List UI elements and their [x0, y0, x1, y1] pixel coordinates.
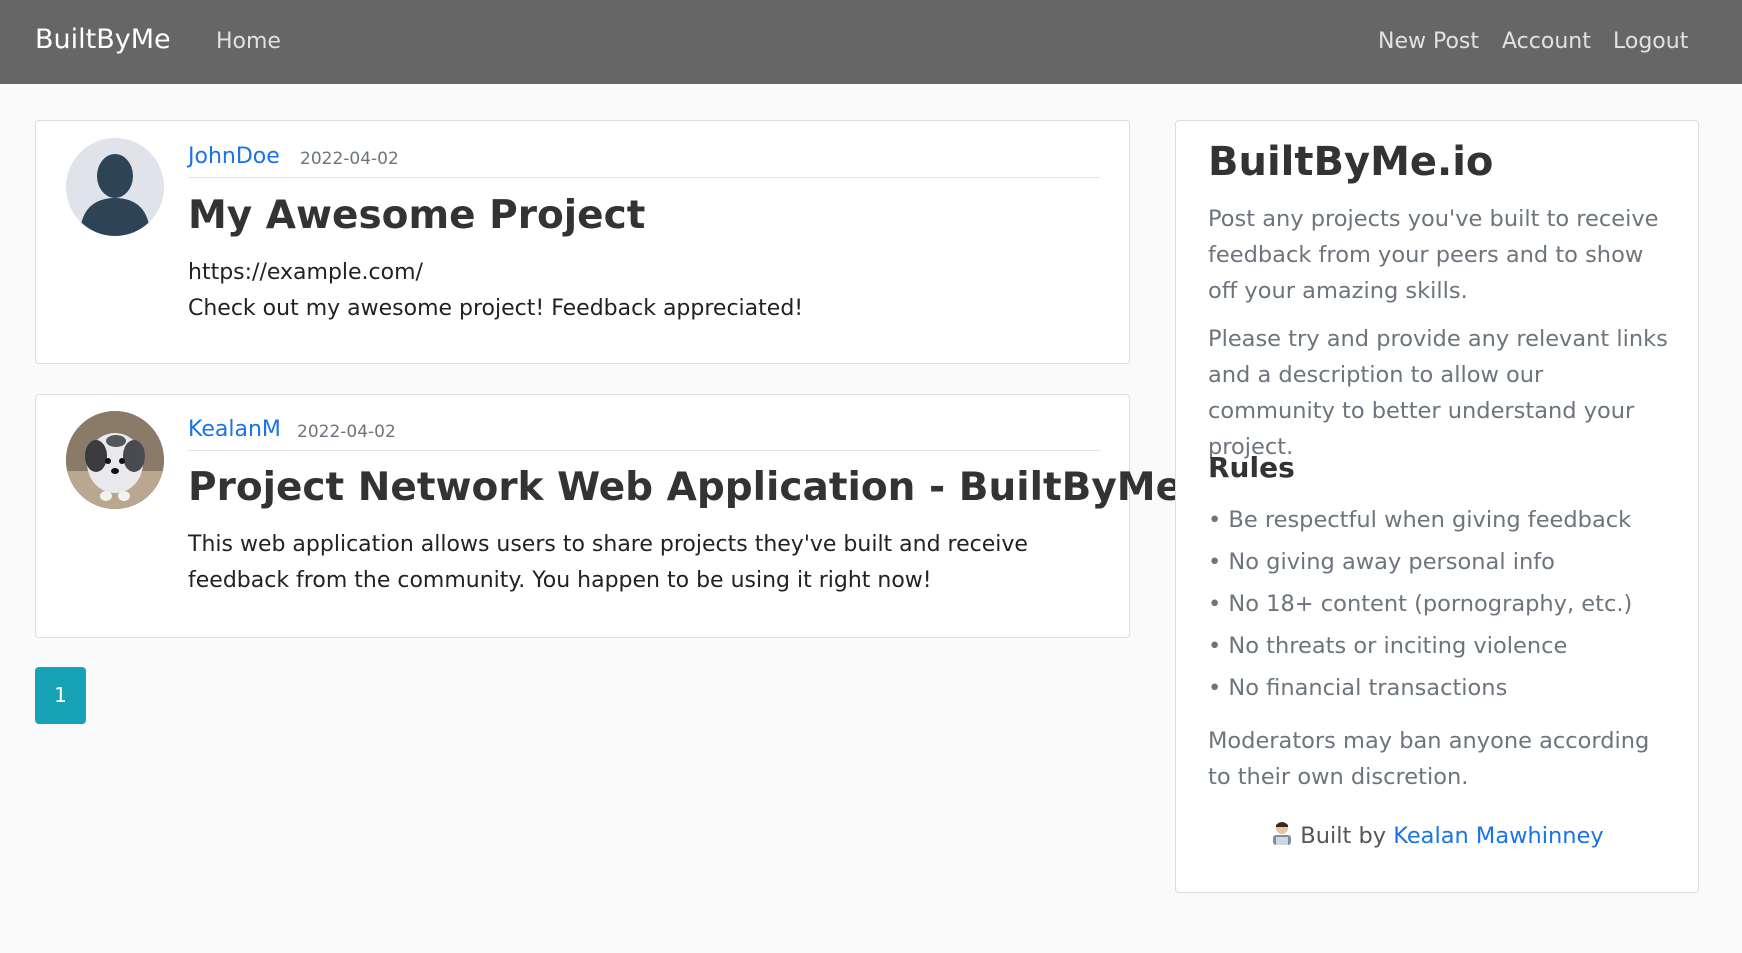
post-title[interactable]: My Awesome Project	[188, 193, 645, 238]
built-by-credit: Built by Kealan Mawhinney	[1176, 821, 1698, 853]
author-profile-link[interactable]: Kealan Mawhinney	[1393, 823, 1604, 849]
sidebar-title: BuiltByMe.io	[1208, 139, 1494, 185]
post-author-link[interactable]: JohnDoe	[188, 144, 280, 169]
post-meta: KealanM 2022-04-02	[188, 410, 1100, 451]
top-navbar: BuiltByMe Home New Post Account Logout	[0, 0, 1742, 84]
rules-heading: Rules	[1208, 451, 1295, 484]
post-description: This web application allows users to sha…	[188, 532, 1028, 593]
nav-new-post-link[interactable]: New Post	[1378, 29, 1479, 54]
rule-item: • No giving away personal info	[1208, 549, 1555, 575]
post-title[interactable]: Project Network Web Application - BuiltB…	[188, 465, 1237, 510]
technologist-icon	[1270, 821, 1294, 853]
built-by-prefix: Built by	[1300, 823, 1387, 849]
post-date: 2022-04-02	[297, 422, 396, 442]
nav-home-link[interactable]: Home	[216, 29, 281, 54]
nav-logout-link[interactable]: Logout	[1613, 29, 1688, 54]
post-author-link[interactable]: KealanM	[188, 417, 281, 442]
sidebar-guidelines: Please try and provide any relevant link…	[1208, 326, 1668, 460]
post-body: https://example.com/ Check out my awesom…	[188, 255, 1099, 327]
rules-list: • Be respectful when giving feedback • N…	[1208, 499, 1632, 709]
nav-account-link[interactable]: Account	[1502, 29, 1591, 54]
pagination-page-button[interactable]: 1	[35, 667, 86, 724]
rule-item: • No threats or inciting violence	[1208, 633, 1568, 659]
post-card: JohnDoe 2022-04-02 My Awesome Project ht…	[35, 120, 1130, 364]
dog-photo-avatar	[66, 411, 164, 509]
post-meta: JohnDoe 2022-04-02	[188, 137, 1100, 178]
sidebar-info-card: BuiltByMe.io Post any projects you've bu…	[1175, 120, 1699, 893]
rule-item: • No financial transactions	[1208, 675, 1508, 701]
post-card: KealanM 2022-04-02 Project Network Web A…	[35, 394, 1237, 638]
moderation-note: Moderators may ban anyone according to t…	[1208, 728, 1650, 790]
brand-link[interactable]: BuiltByMe	[35, 24, 171, 55]
post-link-text: https://example.com/	[188, 260, 423, 285]
sidebar-intro: Post any projects you've built to receiv…	[1208, 206, 1659, 304]
rule-item: • Be respectful when giving feedback	[1208, 507, 1632, 533]
post-description: Check out my awesome project! Feedback a…	[188, 296, 804, 321]
rule-item: • No 18+ content (pornography, etc.)	[1208, 591, 1633, 617]
post-date: 2022-04-02	[300, 149, 399, 169]
default-avatar-icon	[66, 138, 164, 236]
